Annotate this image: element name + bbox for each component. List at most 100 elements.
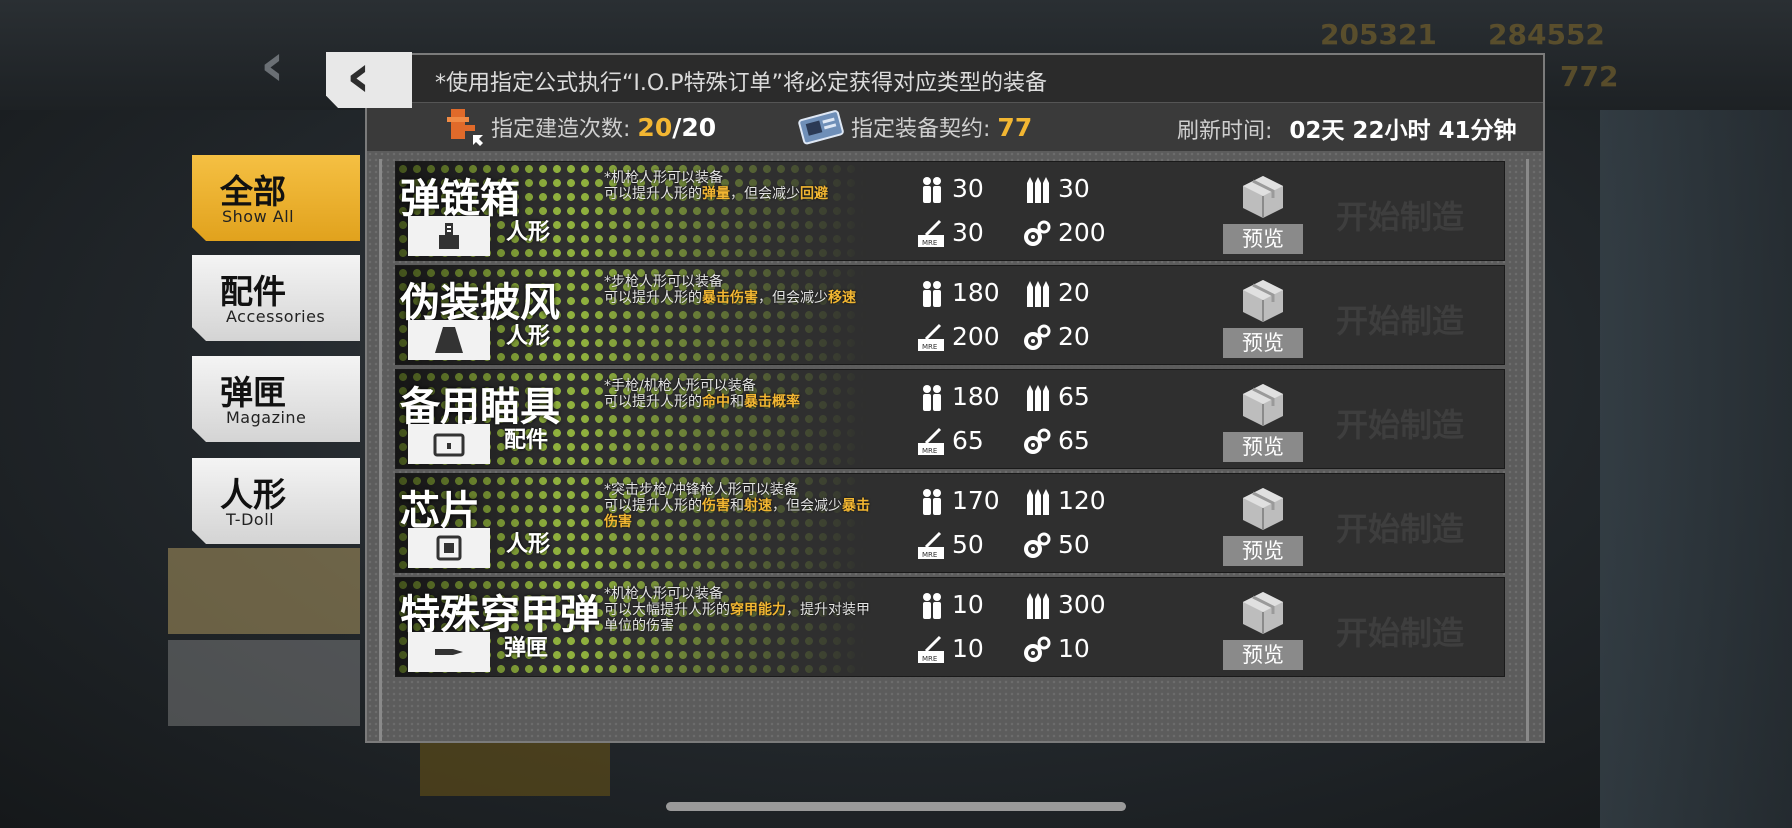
desc-text: 可以提升人形的 (604, 186, 702, 202)
background-yellow-button (420, 740, 610, 796)
manpower-icon (918, 486, 952, 515)
desc-highlight: 射速 (744, 498, 772, 514)
rations-cost: MRE 200 (916, 322, 1000, 353)
desc-line: 可以提升人形的命中和暴击概率 (604, 394, 914, 410)
notice-text: *使用指定公式执行“I.O.P特殊订单”将必定获得对应类型的装备 (435, 71, 1047, 96)
parts-cost: 200 (1022, 218, 1106, 249)
equipment-description: *手枪/机枪人形可以装备 可以提升人形的命中和暴击概率 (604, 378, 914, 410)
parts-cost: 65 (1022, 426, 1090, 457)
contract-label: 指定装备契约: (851, 117, 991, 142)
preview-button[interactable]: 预览 (1223, 276, 1303, 358)
desc-line: *手枪/机枪人形可以装备 (604, 378, 756, 394)
manpower-cost: 170 (918, 486, 1000, 517)
ammo-cost: 120 (1024, 486, 1106, 517)
desc-highlight: 回避 (800, 186, 828, 202)
info-bar: 指定建造次数: 20/20 指定装备契约: 77 刷新时间: 02天 22小时 … (367, 103, 1543, 151)
desc-line: 单位的伤害 (604, 618, 674, 634)
refresh-time: 刷新时间: 02天 22小时 41分钟 (1177, 111, 1516, 145)
package-icon (1243, 592, 1283, 634)
rations-value: 30 (952, 218, 984, 247)
preview-label: 预览 (1223, 640, 1303, 670)
build-count-icon (447, 109, 483, 146)
desc-highlight: 暴击伤害 (702, 290, 758, 306)
preview-button[interactable]: 预览 (1223, 588, 1303, 670)
desc-text: 可以提升人形的 (604, 290, 702, 306)
start-build-label[interactable]: 开始制造 (1336, 400, 1464, 446)
equipment-row[interactable]: 弹链箱 人形 *机枪人形可以装备 可以提升人形的弹量，但会减少回避 30 30 MRE 30 2… (395, 161, 1505, 261)
build-count-max: 20 (681, 113, 717, 142)
ammo-value: 65 (1058, 382, 1090, 411)
ammo-value: 20 (1058, 278, 1090, 307)
equipment-category: 人形 (506, 220, 551, 245)
equipment-row[interactable]: 备用瞄具 配件 *手枪/机枪人形可以装备 可以提升人形的命中和暴击概率 180 65 MRE… (395, 369, 1505, 469)
background-right-panel (1600, 110, 1792, 828)
parts-icon (1022, 322, 1058, 351)
rations-value: 10 (952, 634, 984, 663)
tab-label-cn: 配件 (220, 272, 286, 311)
start-build-label[interactable]: 开始制造 (1336, 192, 1464, 238)
svg-text:MRE: MRE (922, 551, 937, 559)
equipment-description: *机枪人形可以装备 可以大幅提升人形的穿甲能力，提升对装甲 单位的伤害 (604, 586, 914, 634)
rations-value: 50 (952, 530, 984, 559)
start-build-label[interactable]: 开始制造 (1336, 608, 1464, 654)
ammo-icon (1024, 382, 1058, 411)
equipment-contract: 指定装备契约: 77 (851, 111, 1032, 143)
rations-cost: MRE 65 (916, 426, 984, 457)
desc-line: 可以提升人形的暴击伤害，但会减少移速 (604, 290, 914, 306)
build-count-current: 20 (637, 113, 673, 142)
svg-text:MRE: MRE (922, 239, 937, 247)
tab-show-all[interactable]: 全部 Show All (192, 155, 360, 241)
desc-highlight: 伤害 (702, 498, 730, 514)
preview-button[interactable]: 预览 (1223, 484, 1303, 566)
equipment-description: *突击步枪/冲锋枪人形可以装备 可以提升人形的伤害和射速，但会减少暴击 伤害 (604, 482, 914, 530)
rations-value: 65 (952, 426, 984, 455)
rations-icon: MRE (916, 530, 952, 559)
equipment-row[interactable]: 伪装披风 人形 *步枪人形可以装备 可以提升人形的暴击伤害，但会减少移速 180 20 MR… (395, 265, 1505, 365)
rations-icon: MRE (916, 634, 952, 663)
preview-button[interactable]: 预览 (1223, 380, 1303, 462)
ammo-cost: 20 (1024, 278, 1090, 309)
ammo-icon (1024, 486, 1058, 515)
tab-label-cn: 人形 (220, 475, 286, 514)
equipment-row[interactable]: 特殊穿甲弹 弹匣 *机枪人形可以装备 可以大幅提升人形的穿甲能力，提升对装甲 单位的伤害… (395, 577, 1505, 677)
tab-label-en: Show All (222, 207, 295, 226)
start-build-label[interactable]: 开始制造 (1336, 504, 1464, 550)
equipment-type-icon (408, 632, 490, 672)
parts-icon (1022, 530, 1058, 559)
equipment-contract-icon (798, 110, 844, 145)
refresh-label: 刷新时间: (1177, 119, 1273, 144)
parts-value: 10 (1058, 634, 1090, 663)
equipment-row[interactable]: 芯片 人形 *突击步枪/冲锋枪人形可以装备 可以提升人形的伤害和射速，但会减少暴击 伤害… (395, 473, 1505, 573)
start-build-label[interactable]: 开始制造 (1336, 296, 1464, 342)
notice-bar: *使用指定公式执行“I.O.P特殊订单”将必定获得对应类型的装备 (367, 55, 1543, 103)
extra-resource: 772 (1560, 60, 1619, 93)
home-indicator[interactable] (666, 802, 1126, 811)
desc-text: 可以提升人形的 (604, 498, 702, 514)
tab-tdoll[interactable]: 人形 T-Doll (192, 458, 360, 544)
tab-magazine[interactable]: 弹匣 Magazine (192, 356, 360, 442)
parts-icon (1022, 634, 1058, 663)
desc-highlight: 命中 (702, 394, 730, 410)
equipment-type-icon (408, 528, 490, 568)
equipment-description: *机枪人形可以装备 可以提升人形的弹量，但会减少回避 (604, 170, 914, 202)
equipment-category: 弹匣 (504, 636, 549, 661)
equipment-list[interactable]: 弹链箱 人形 *机枪人形可以装备 可以提升人形的弹量，但会减少回避 30 30 MRE 30 2… (367, 151, 1543, 741)
desc-highlight: 弹量 (702, 186, 730, 202)
desc-line: *步枪人形可以装备 (604, 274, 723, 290)
back-button[interactable]: ‹ (326, 52, 412, 108)
manpower-icon (918, 278, 952, 307)
parts-icon (1022, 218, 1058, 247)
preview-label: 预览 (1223, 432, 1303, 462)
package-icon (1243, 280, 1283, 322)
tab-accessories[interactable]: 配件 Accessories (192, 255, 360, 341)
build-count: 指定建造次数: 20/20 (491, 111, 716, 143)
manpower-value: 180 (952, 382, 1000, 411)
parts-value: 65 (1058, 426, 1090, 455)
preview-button[interactable]: 预览 (1223, 172, 1303, 254)
parts-value: 50 (1058, 530, 1090, 559)
ammo-icon (1024, 278, 1058, 307)
refresh-value: 02天 22小时 41分钟 (1289, 118, 1517, 144)
manpower-icon (918, 382, 952, 411)
equipment-category: 人形 (506, 324, 551, 349)
manpower-cost: 180 (918, 382, 1000, 413)
